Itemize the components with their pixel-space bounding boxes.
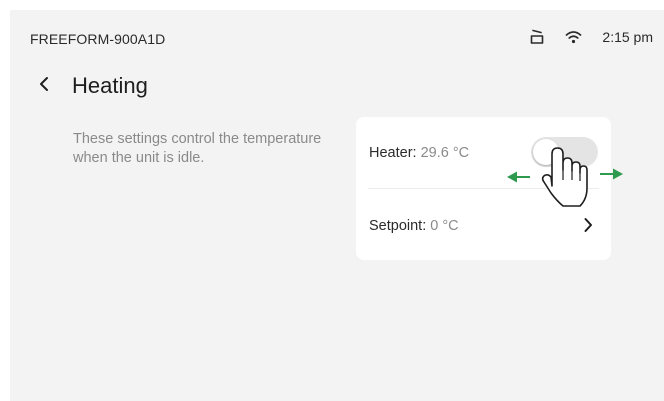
- app-screen: FREEFORM-900A1D 2:15 pm Heating These se…: [10, 10, 664, 401]
- heater-label-text: Heater:: [369, 145, 417, 161]
- settings-description: These settings control the temperature w…: [73, 131, 322, 166]
- page-title: Heating: [72, 73, 148, 98]
- chevron-left-icon: [38, 76, 50, 97]
- setpoint-label-text: Setpoint:: [369, 218, 427, 234]
- chevron-right-icon[interactable]: [579, 216, 597, 234]
- setpoint-row[interactable]: Setpoint: 0 °C: [356, 190, 611, 260]
- setpoint-value: 0 °C: [430, 218, 459, 234]
- settings-card: Heater: 29.6 °C Setpoint: 0 °C: [356, 117, 611, 260]
- wifi-icon: [565, 30, 582, 44]
- back-button[interactable]: [32, 74, 56, 98]
- divider: [368, 188, 599, 189]
- toggle-knob[interactable]: [533, 139, 559, 165]
- status-time: 2:15 pm: [602, 29, 653, 45]
- pan-icon: [529, 29, 545, 45]
- heater-label: Heater: 29.6 °C: [369, 145, 469, 161]
- status-bar: FREEFORM-900A1D 2:15 pm: [10, 10, 664, 50]
- heater-row: Heater: 29.6 °C: [356, 117, 611, 187]
- heater-toggle[interactable]: [531, 137, 598, 167]
- setpoint-label: Setpoint: 0 °C: [369, 218, 459, 234]
- heater-temperature: 29.6 °C: [420, 145, 470, 161]
- device-name: FREEFORM-900A1D: [30, 31, 166, 47]
- status-icons: 2:15 pm: [529, 29, 653, 45]
